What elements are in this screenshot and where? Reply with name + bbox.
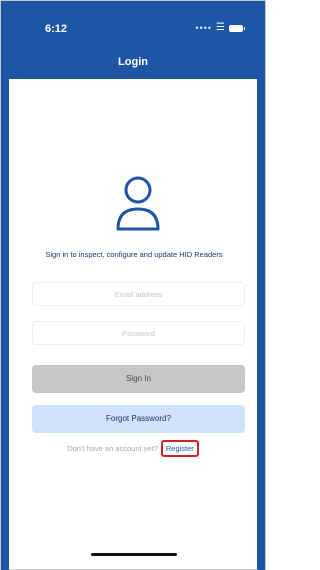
user-icon [116,176,160,231]
email-field[interactable] [32,282,245,306]
app-header: 6:12 •••• ☰ Login [1,1,265,79]
wifi-icon: ☰ [216,22,225,33]
status-time: 6:12 [45,23,68,35]
home-indicator[interactable] [91,553,177,556]
signin-subtitle: Sign in to inspect, configure and update… [45,250,223,259]
signal-icon: •••• [195,23,213,33]
right-frame-edge [257,79,265,570]
phone-screen: 6:12 •••• ☰ Login Sign in to inspect, co… [0,0,266,570]
register-row: Don't have an account yet? Register [1,439,265,457]
register-prompt: Don't have an account yet? [67,443,158,453]
forgot-password-button[interactable]: Forgot Password? [32,405,245,433]
page-title: Login [118,56,148,68]
sign-in-button[interactable]: Sign In [32,365,245,393]
password-field[interactable] [32,321,245,345]
register-link[interactable]: Register [160,439,199,457]
left-frame-edge [1,79,9,570]
status-icons: •••• ☰ [195,22,245,33]
battery-icon [229,24,245,32]
